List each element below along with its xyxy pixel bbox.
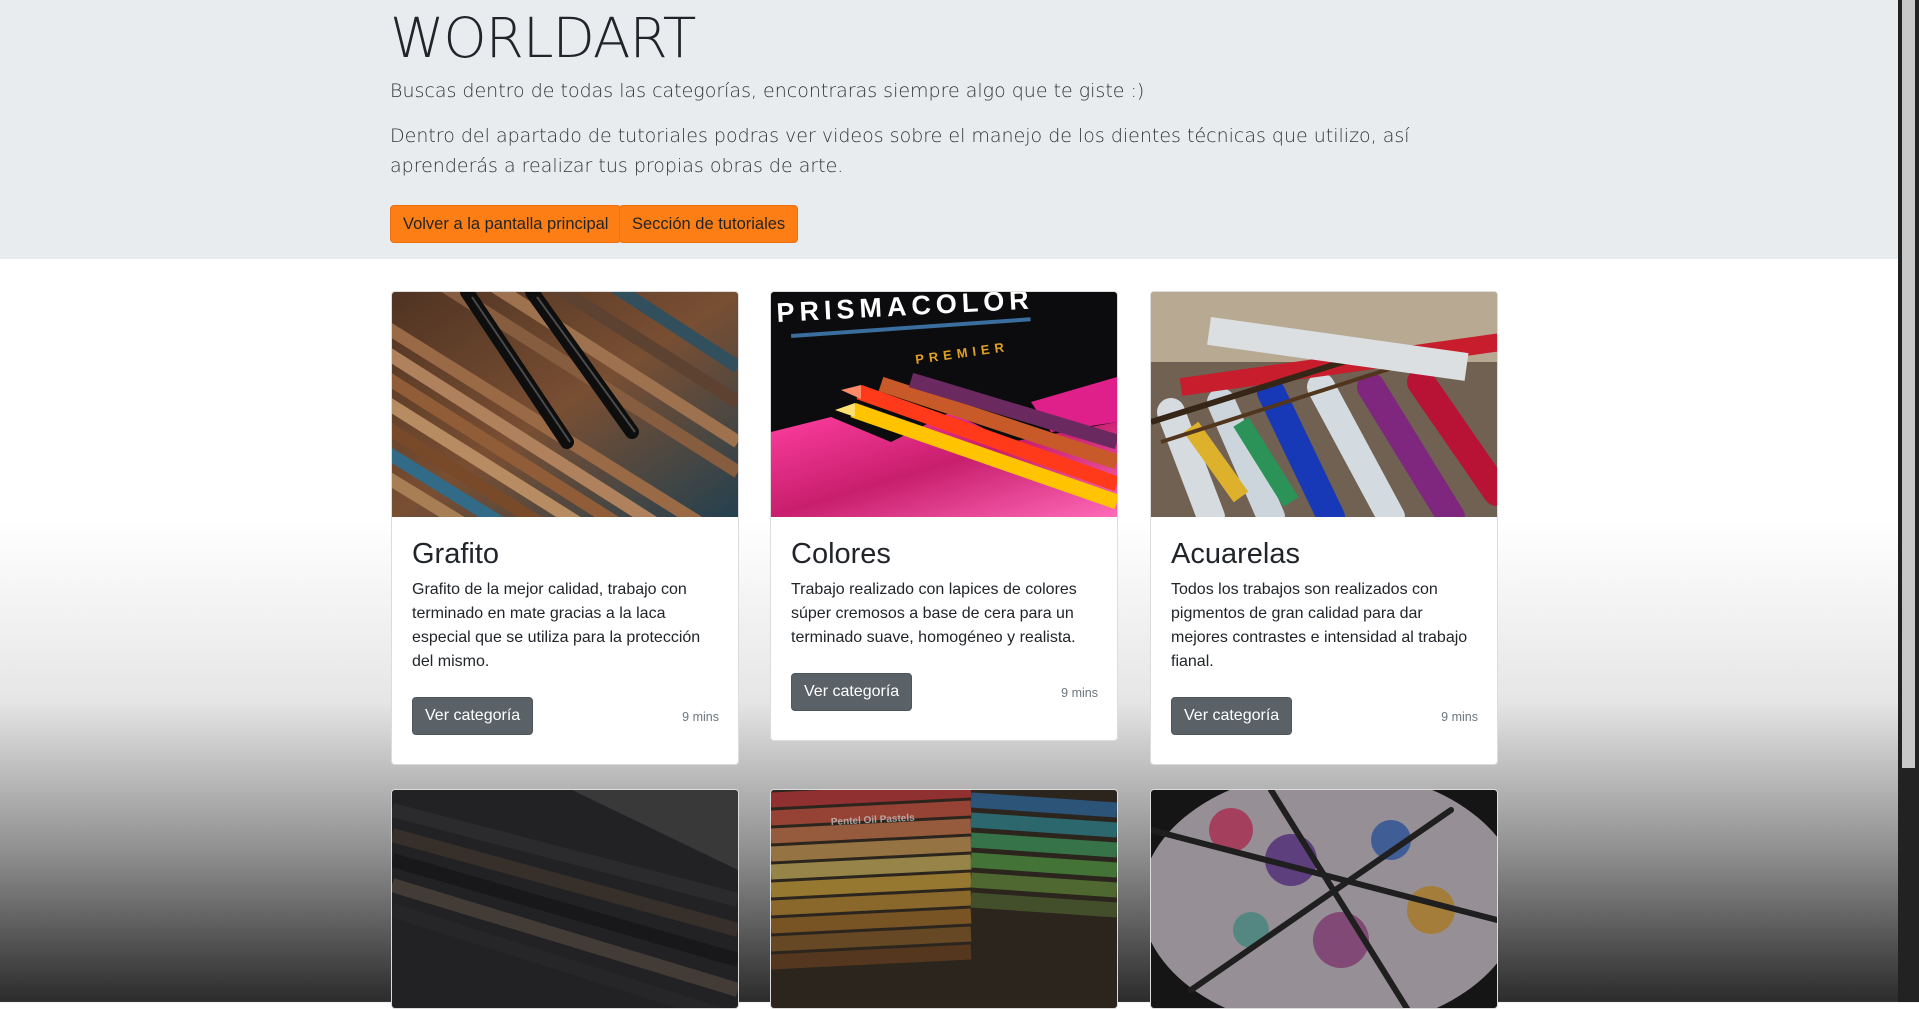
card-image-oil-pastels: Pentel Oil Pastels (771, 790, 1117, 1008)
category-card-colores: PRISMACOLOR PREMIER Colores Trabajo real… (770, 291, 1118, 741)
card-image-charcoal-pencils (392, 790, 738, 1008)
scrollbar-thumb[interactable] (1902, 0, 1915, 768)
lead-text: Buscas dentro de todas las categorías, e… (390, 80, 1145, 102)
card-image-watercolor-tubes (1151, 292, 1497, 517)
tutorials-section-button[interactable]: Sección de tutoriales (619, 205, 799, 243)
card-image-color-pencils: PRISMACOLOR PREMIER (771, 292, 1117, 517)
read-time: 9 mins (682, 710, 719, 724)
card-title: Grafito (412, 538, 500, 570)
card-title: Acuarelas (1171, 538, 1300, 570)
vertical-scrollbar[interactable] (1898, 0, 1919, 1002)
card-image-paint-palette (1151, 790, 1497, 1008)
back-to-home-button[interactable]: Volver a la pantalla principal (390, 205, 622, 243)
card-description: Trabajo realizado con lapices de colores… (791, 581, 1077, 646)
category-card-carboncillo (391, 789, 739, 1009)
category-card-oleos (1150, 789, 1498, 1009)
page-title: WORLDART (390, 6, 696, 70)
card-description: Todos los trabajos son realizados con pi… (1171, 581, 1468, 670)
view-category-button[interactable]: Ver categoría (412, 697, 534, 735)
lead-text-secondary: Dentro del apartado de tutoriales podras… (390, 125, 1410, 177)
category-card-grafito: Grafito Grafito de la mejor calidad, tra… (391, 291, 739, 765)
card-description: Grafito de la mejor calidad, trabajo con… (412, 581, 701, 670)
category-card-pasteles: Pentel Oil Pastels (770, 789, 1118, 1009)
card-title: Colores (791, 538, 891, 570)
jumbotron-header: WORLDART Buscas dentro de todas las cate… (0, 0, 1898, 259)
card-image-graphite-pencils (392, 292, 738, 517)
category-card-acuarelas: Acuarelas Todos los trabajos son realiza… (1150, 291, 1498, 765)
view-category-button[interactable]: Ver categoría (1171, 697, 1293, 735)
view-category-button[interactable]: Ver categoría (791, 673, 913, 711)
read-time: 9 mins (1441, 710, 1478, 724)
read-time: 9 mins (1061, 686, 1098, 700)
